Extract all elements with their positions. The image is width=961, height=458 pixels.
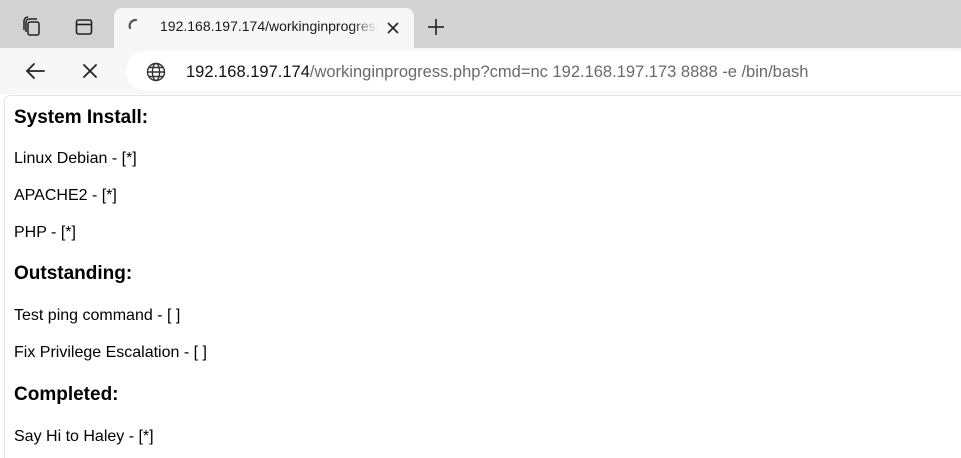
tab-title: 192.168.197.174/workinginprogress.php?cm… <box>160 18 378 34</box>
browser-toolbar: 192.168.197.174/workinginprogress.php?cm… <box>0 48 961 94</box>
stop-button[interactable] <box>73 54 107 88</box>
new-tab-button[interactable] <box>420 9 452 45</box>
loading-spinner-icon <box>126 16 144 39</box>
plus-icon <box>428 19 444 35</box>
list-item: Test ping command - [ ] <box>14 307 181 324</box>
collections-button[interactable] <box>12 9 52 45</box>
section-heading-outstanding: Outstanding: <box>14 263 133 284</box>
section-heading-system-install: System Install: <box>14 107 149 128</box>
tab-actions-button[interactable] <box>64 9 104 45</box>
close-tab-button[interactable] <box>382 17 404 39</box>
page-viewport: System Install: Linux Debian - [*] APACH… <box>4 95 961 458</box>
url-path: /workinginprogress.php?cmd=nc 192.168.19… <box>309 63 809 81</box>
tab-actions-icon <box>75 19 93 35</box>
back-arrow-icon <box>26 63 45 79</box>
list-item: Fix Privilege Escalation - [ ] <box>14 344 207 361</box>
list-item: Linux Debian - [*] <box>14 150 137 167</box>
list-item: PHP - [*] <box>14 224 76 241</box>
collections-icon <box>23 16 40 36</box>
section-heading-completed: Completed: <box>14 384 119 405</box>
stop-icon <box>83 64 97 78</box>
tab-strip: 192.168.197.174/workinginprogress.php?cm… <box>0 0 961 48</box>
address-bar[interactable]: 192.168.197.174/workinginprogress.php?cm… <box>126 51 961 91</box>
active-tab[interactable]: 192.168.197.174/workinginprogress.php?cm… <box>114 8 414 48</box>
url-text[interactable]: 192.168.197.174/workinginprogress.php?cm… <box>186 63 808 82</box>
close-icon <box>387 22 399 34</box>
url-host: 192.168.197.174 <box>186 63 310 81</box>
list-item: Say Hi to Haley - [*] <box>14 428 154 445</box>
back-button[interactable] <box>18 54 52 88</box>
list-item: APACHE2 - [*] <box>14 187 117 204</box>
globe-icon[interactable] <box>146 62 166 87</box>
